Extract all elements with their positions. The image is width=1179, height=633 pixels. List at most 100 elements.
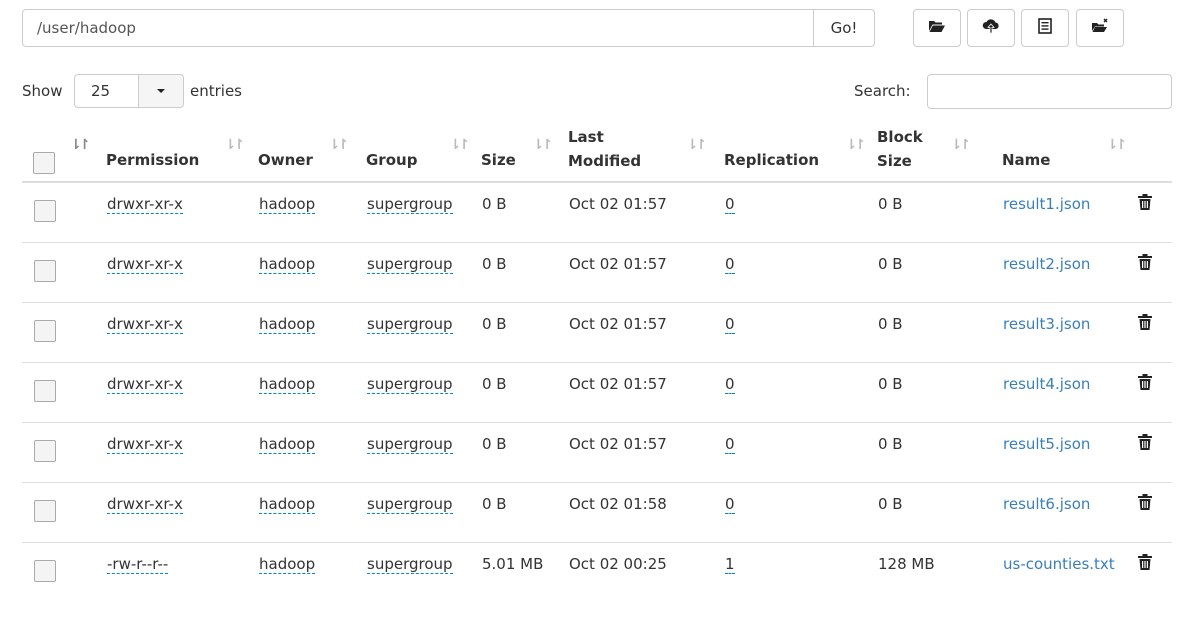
column-header-permission[interactable]: Permission ⇂↾: [106, 125, 258, 183]
trash-icon[interactable]: [1137, 433, 1153, 455]
row-select-cell: [22, 241, 106, 302]
search-input[interactable]: [927, 74, 1172, 109]
trash-icon[interactable]: [1137, 253, 1153, 275]
group-cell: supergroup: [366, 421, 481, 482]
replication-value[interactable]: 1: [725, 554, 735, 574]
table-row: -rw-r--r-- hadoop supergroup 5.01 MB Oct…: [22, 541, 1172, 602]
column-header-block-size[interactable]: Block Size ⇂↾: [877, 125, 1002, 183]
replication-value[interactable]: 0: [725, 254, 735, 274]
column-header-group[interactable]: Group ⇂↾: [366, 125, 481, 183]
actions-cell: [1130, 301, 1172, 362]
group-value[interactable]: supergroup: [367, 434, 453, 454]
column-header-size[interactable]: Size ⇂↾: [481, 125, 568, 183]
replication-value[interactable]: 0: [725, 314, 735, 334]
replication-value[interactable]: 0: [725, 434, 735, 454]
replication-header-label: Replication: [724, 151, 820, 169]
trash-icon[interactable]: [1137, 493, 1153, 515]
upload-button[interactable]: [967, 9, 1015, 47]
row-checkbox[interactable]: [34, 319, 56, 342]
size-cell: 5.01 MB: [481, 541, 568, 602]
go-button[interactable]: Go!: [814, 9, 875, 47]
owner-value[interactable]: hadoop: [259, 314, 316, 334]
cut-button[interactable]: [1076, 9, 1124, 47]
entries-per-page-select[interactable]: 25: [74, 74, 184, 108]
block-size-cell: 128 MB: [877, 541, 1002, 602]
scissors-icon: [1091, 17, 1109, 39]
block-size-value: 0 B: [878, 314, 903, 333]
row-checkbox[interactable]: [34, 559, 56, 582]
row-checkbox[interactable]: [34, 439, 56, 462]
cloud-upload-icon: [982, 17, 1000, 39]
file-name-link[interactable]: result3.json: [1003, 315, 1090, 333]
group-value[interactable]: supergroup: [367, 554, 453, 574]
column-header-name[interactable]: Name ⇂↾: [1002, 125, 1130, 183]
row-checkbox[interactable]: [34, 259, 56, 282]
size-cell: 0 B: [481, 241, 568, 302]
group-value[interactable]: supergroup: [367, 314, 453, 334]
sort-asc-icon[interactable]: ⇂↾: [70, 137, 91, 153]
replication-cell: 0: [724, 361, 877, 422]
block-size-value: 0 B: [878, 434, 903, 453]
permission-value[interactable]: -rw-r--r--: [107, 554, 169, 574]
size-value: 0 B: [482, 195, 507, 213]
replication-cell: 0: [724, 481, 877, 542]
table-row: drwxr-xr-x hadoop supergroup 0 B Oct 02 …: [22, 182, 1172, 242]
replication-cell: 1: [724, 541, 877, 602]
trash-icon[interactable]: [1137, 193, 1153, 215]
column-header-replication[interactable]: Replication ⇂↾: [724, 125, 877, 183]
actions-cell: [1130, 182, 1172, 242]
block-size-cell: 0 B: [877, 301, 1002, 362]
row-select-cell: [22, 421, 106, 482]
name-cell: result2.json: [1002, 241, 1130, 302]
row-checkbox[interactable]: [34, 499, 56, 522]
row-checkbox[interactable]: [34, 200, 56, 222]
owner-cell: hadoop: [258, 241, 366, 302]
file-name-link[interactable]: us-counties.txt: [1003, 555, 1115, 573]
trash-icon[interactable]: [1137, 313, 1153, 335]
owner-value[interactable]: hadoop: [259, 434, 316, 454]
directory-path-input[interactable]: [22, 9, 814, 47]
group-value[interactable]: supergroup: [367, 254, 453, 274]
owner-value[interactable]: hadoop: [259, 554, 316, 574]
file-name-link[interactable]: result6.json: [1003, 495, 1090, 513]
create-directory-button[interactable]: [913, 9, 961, 47]
owner-cell: hadoop: [258, 541, 366, 602]
owner-value[interactable]: hadoop: [259, 494, 316, 514]
folder-open-icon: [928, 17, 946, 39]
file-name-link[interactable]: result2.json: [1003, 255, 1090, 273]
group-value[interactable]: supergroup: [367, 195, 453, 214]
file-name-link[interactable]: result1.json: [1003, 195, 1090, 213]
replication-value[interactable]: 0: [725, 374, 735, 394]
permission-value[interactable]: drwxr-xr-x: [107, 254, 183, 274]
replication-value[interactable]: 0: [725, 494, 735, 514]
name-cell: result6.json: [1002, 481, 1130, 542]
permission-value[interactable]: drwxr-xr-x: [107, 374, 183, 394]
permission-value[interactable]: drwxr-xr-x: [107, 494, 183, 514]
select-all-checkbox[interactable]: [33, 152, 55, 174]
permission-value[interactable]: drwxr-xr-x: [107, 195, 183, 214]
trash-icon[interactable]: [1137, 373, 1153, 395]
show-label: Show: [22, 82, 63, 100]
file-name-link[interactable]: result5.json: [1003, 435, 1090, 453]
file-name-link[interactable]: result4.json: [1003, 375, 1090, 393]
owner-cell: hadoop: [258, 361, 366, 422]
permission-value[interactable]: drwxr-xr-x: [107, 314, 183, 334]
permission-header-label: Permission: [106, 151, 200, 169]
column-header-owner[interactable]: Owner ⇂↾: [258, 125, 366, 183]
group-value[interactable]: supergroup: [367, 374, 453, 394]
owner-value[interactable]: hadoop: [259, 195, 316, 214]
owner-value[interactable]: hadoop: [259, 254, 316, 274]
group-value[interactable]: supergroup: [367, 494, 453, 514]
replication-cell: 0: [724, 241, 877, 302]
last-modified-value: Oct 02 01:57: [569, 314, 667, 333]
trash-icon[interactable]: [1137, 553, 1153, 575]
size-cell: 0 B: [481, 481, 568, 542]
last-modified-cell: Oct 02 01:57: [568, 361, 724, 422]
row-checkbox[interactable]: [34, 379, 56, 402]
permission-value[interactable]: drwxr-xr-x: [107, 434, 183, 454]
view-details-button[interactable]: [1021, 9, 1069, 47]
column-header-last-modified[interactable]: Last Modified ⇂↾: [568, 125, 724, 183]
owner-value[interactable]: hadoop: [259, 374, 316, 394]
select-all-header: ⇂↾: [22, 125, 106, 183]
replication-value[interactable]: 0: [725, 195, 735, 214]
